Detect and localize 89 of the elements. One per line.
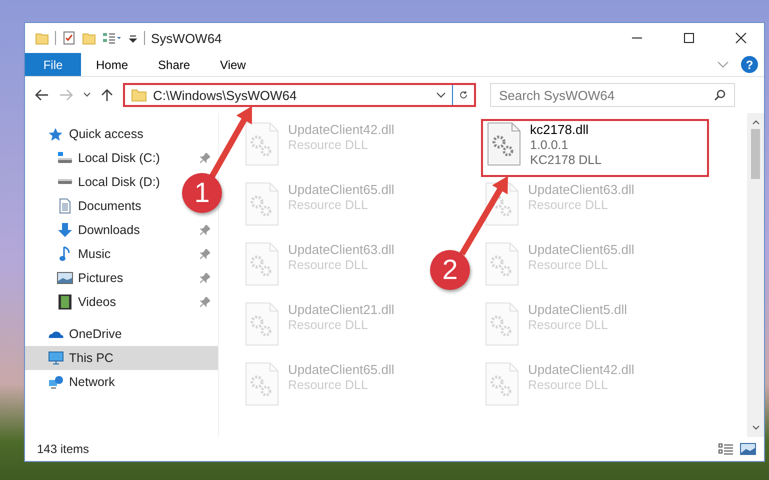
picture-icon [56,272,72,284]
ribbon-tab[interactable]: Share [143,53,206,76]
scroll-up-icon[interactable] [752,119,760,125]
pin-icon[interactable] [200,153,210,163]
network-icon [48,375,64,389]
file-name: UpdateClient63.dll [528,182,634,197]
properties-icon[interactable] [62,31,76,45]
expand-ribbon-icon[interactable] [717,60,729,68]
pin-icon[interactable] [200,273,210,283]
dll-file-icon [484,182,520,226]
file-detail: 1.0.0.1 [530,138,570,152]
sidebar-label: Pictures [78,271,124,285]
document-icon [58,198,72,214]
search-icon [714,89,726,101]
down-arrow-icon [56,222,72,238]
sidebar-label: Downloads [78,223,141,237]
dll-file-icon [244,242,280,286]
file-name: UpdateClient65.dll [288,182,394,197]
view-options-icon[interactable] [102,31,122,45]
file-tab[interactable]: File [25,53,81,76]
ribbon-tab[interactable]: Home [81,53,144,76]
file-name: UpdateClient42.dll [528,362,634,377]
dll-file-icon [244,302,280,346]
dll-file-icon [484,242,520,286]
film-icon [58,294,72,310]
sidebar-item[interactable]: Documents [25,194,175,218]
sidebar-label: Local Disk (D:) [78,175,161,189]
window-title: SysWOW64 [151,30,222,46]
sidebar-label: Network [69,375,116,389]
ribbon-tab[interactable]: View [205,53,261,76]
help-button[interactable]: ? [741,56,758,73]
drive-icon [56,179,72,185]
scrollbar-thumb[interactable] [751,129,760,179]
sidebar-item[interactable]: Local Disk (C:) [25,146,175,170]
maximize-icon [683,32,695,44]
file-name: kc2178.dll [530,122,590,137]
sidebar-item[interactable]: Local Disk (D:) [25,170,175,194]
sidebar-item[interactable]: Music [25,242,175,266]
address-bar[interactable]: C:\Windows\SysWOW64 [123,83,476,107]
pin-icon[interactable] [200,225,210,235]
details-view-icon[interactable] [718,442,734,456]
refresh-icon [459,89,468,101]
sidebar-label: OneDrive [69,327,123,341]
search-field[interactable]: Search SysWOW64 [490,83,735,107]
recent-locations-icon[interactable] [83,92,91,98]
file-item[interactable]: kc2178.dll 1.0.0.1 KC2178 DLL [481,119,709,177]
file-name: UpdateClient42.dll [288,122,394,137]
computer-icon [48,351,64,365]
sidebar-item[interactable]: OneDrive [25,322,218,346]
dll-file-icon [244,182,280,226]
star-icon [48,127,63,141]
folder-icon [131,88,147,102]
scrollbar[interactable] [747,113,764,437]
sidebar-item[interactable]: Pictures [25,266,175,290]
sidebar-label: Local Disk (C:) [78,151,161,165]
dll-file-icon [484,362,520,406]
pin-icon[interactable] [200,297,210,307]
sidebar-label: Videos [78,295,117,309]
sidebar-item[interactable]: Downloads [25,218,175,242]
dropdown-icon[interactable] [436,92,446,98]
file-name: UpdateClient5.dll [528,302,628,317]
music-note-icon [58,246,70,262]
sidebar-label: Music [78,247,112,261]
drive-icon [56,152,72,164]
sidebar-item[interactable]: Videos [25,290,175,314]
address-path: C:\Windows\SysWOW64 [153,88,298,102]
scroll-down-icon[interactable] [752,425,760,431]
item-count: 143 items [37,442,90,456]
sidebar-label: Quick access [69,127,144,141]
sidebar-item[interactable]: Network [25,370,218,394]
dll-file-icon [484,302,520,346]
dll-file-icon [244,362,280,406]
dll-file-icon [486,122,522,166]
back-arrow-icon[interactable] [35,89,49,101]
close-icon [735,32,747,44]
large-icons-view-icon[interactable] [740,442,756,456]
sidebar-item[interactable]: Quick access [25,122,218,146]
sidebar-label: Documents [78,199,142,213]
file-detail: KC2178 DLL [530,153,602,167]
pin-icon[interactable] [200,249,210,259]
cloud-icon [48,329,64,339]
file-name: UpdateClient21.dll [288,302,394,317]
file-name: UpdateClient65.dll [528,242,634,257]
sidebar-item[interactable]: This PC [25,346,218,370]
up-arrow-icon[interactable] [101,88,113,102]
file-name: UpdateClient63.dll [288,242,394,257]
sidebar-label: This PC [69,351,114,365]
dll-file-icon [244,122,280,166]
file-name: UpdateClient65.dll [288,362,394,377]
